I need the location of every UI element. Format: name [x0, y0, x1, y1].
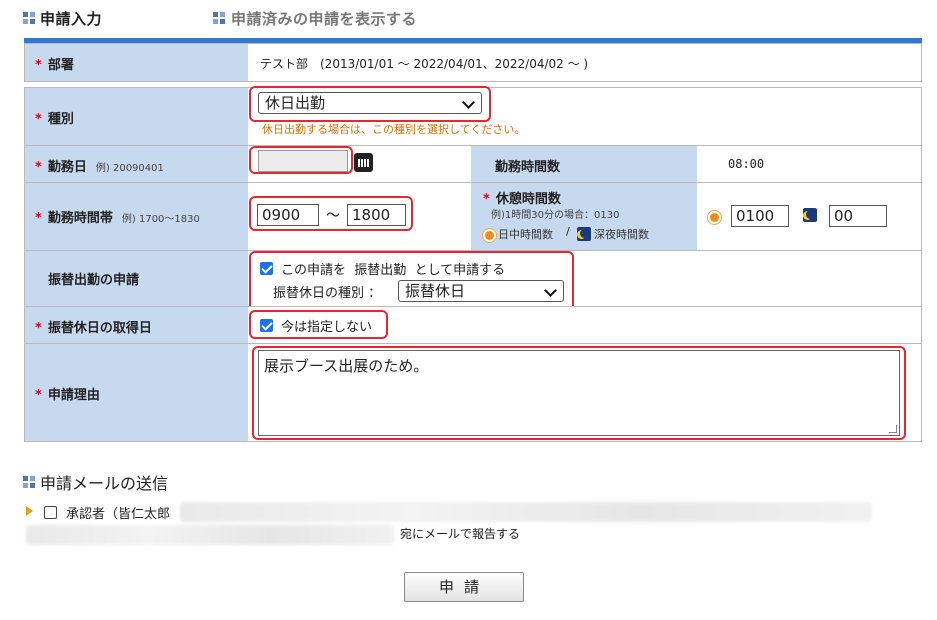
work-hours-label: 勤務時間数 [495, 160, 561, 175]
substitute-request-row: 振替出勤の申請 この申請を 振替出勤 として申請する 振替休日の種別 ： 振替休… [24, 250, 922, 312]
break-label: * 休憩時間数 [483, 192, 561, 207]
work-date-label: * 勤務日 例) 20090401 [35, 160, 164, 175]
approver-checkbox[interactable] [44, 506, 57, 519]
department-label: * 部署 [35, 58, 74, 73]
reason-textarea[interactable]: 展示ブース出展のため。 [258, 350, 900, 436]
department-value: テスト部 (2013/01/01 ～ 2022/04/01、2022/04/02… [260, 57, 589, 71]
sun-icon [710, 213, 719, 222]
work-time-separator: ～ [326, 208, 340, 224]
work-hours-value: 08:00 [728, 157, 765, 171]
reason-label: * 申請理由 [35, 388, 100, 403]
type-note: 休日出勤する場合は、この種別を選択してください。 [262, 123, 526, 136]
work-time-start-input[interactable]: 0900 [257, 204, 319, 226]
type-label: * 種別 [35, 112, 74, 127]
break-night-input[interactable]: 00 [829, 205, 887, 227]
work-date-input[interactable] [258, 150, 348, 172]
substitute-request-checkbox[interactable] [260, 262, 273, 275]
type-select[interactable]: 休日出勤 [258, 92, 482, 114]
chevron-down-icon [462, 96, 475, 109]
break-slash: / [566, 225, 570, 238]
caret-right-icon[interactable] [26, 506, 33, 516]
mail-section-icon [23, 476, 35, 488]
sun-icon [485, 231, 494, 240]
break-label-cell: * 休憩時間数 例)1時間30分の場合：0130 日中時間数 / 深夜時間数 [471, 183, 697, 250]
tab-show-submitted[interactable]: 申請済みの申請を表示する [231, 8, 417, 29]
break-day-input[interactable]: 0100 [731, 205, 789, 227]
moon-icon [803, 208, 817, 222]
substitute-holiday-text: 今は指定しない [281, 320, 373, 335]
mail-suffix: 宛にメールで報告する [400, 527, 521, 541]
work-time-row: * 勤務時間帯 例) 1700～1830 0900 ～ 1800 * 休憩時間数 例… [24, 182, 922, 251]
substitute-holiday-checkbox[interactable] [260, 319, 273, 332]
work-time-end-input[interactable]: 1800 [347, 204, 406, 226]
submit-button[interactable]: 申請 [404, 572, 524, 602]
submitted-tab-icon [213, 12, 225, 24]
day-hours-label: 日中時間数 [498, 228, 553, 241]
substitute-holiday-label: * 振替休日の取得日 [35, 321, 152, 336]
tab-input: 申請入力 [40, 10, 103, 28]
chevron-down-icon [544, 284, 557, 297]
break-example: 例)1時間30分の場合：0130 [491, 210, 620, 221]
resize-handle-icon[interactable] [889, 425, 897, 433]
substitute-kind-select[interactable]: 振替休日 [398, 280, 564, 302]
work-date-row: * 勤務日 例) 20090401 勤務時間数 08:00 [24, 145, 922, 183]
work-hours-label-cell: 勤務時間数 [471, 146, 697, 182]
department-row: * 部署 テスト部 (2013/01/01 ～ 2022/04/01、2022/0… [24, 43, 922, 82]
substitute-request-text: この申請を 振替出勤 として申請する [281, 263, 506, 278]
mail-section-title: 申請メールの送信 [40, 474, 169, 493]
substitute-request-label: 振替出勤の申請 [48, 273, 140, 288]
redacted-approvers [180, 502, 872, 522]
work-time-label: * 勤務時間帯 例) 1700～1830 [35, 211, 200, 226]
redacted-approvers-2 [26, 525, 394, 545]
calendar-icon[interactable] [354, 153, 373, 172]
reason-row: * 申請理由 展示ブース出展のため。 [24, 343, 922, 442]
substitute-holiday-row: * 振替休日の取得日 今は指定しない [24, 306, 922, 344]
type-row: * 種別 休日出勤 休日出勤する場合は、この種別を選択してください。 [24, 86, 922, 146]
substitute-kind-label: 振替休日の種別 ： [273, 286, 382, 301]
night-hours-label: 深夜時間数 [594, 228, 649, 241]
moon-icon [577, 227, 591, 241]
approver-prefix: 承認者（皆仁太郎 [66, 507, 171, 522]
input-tab-icon [23, 12, 35, 24]
